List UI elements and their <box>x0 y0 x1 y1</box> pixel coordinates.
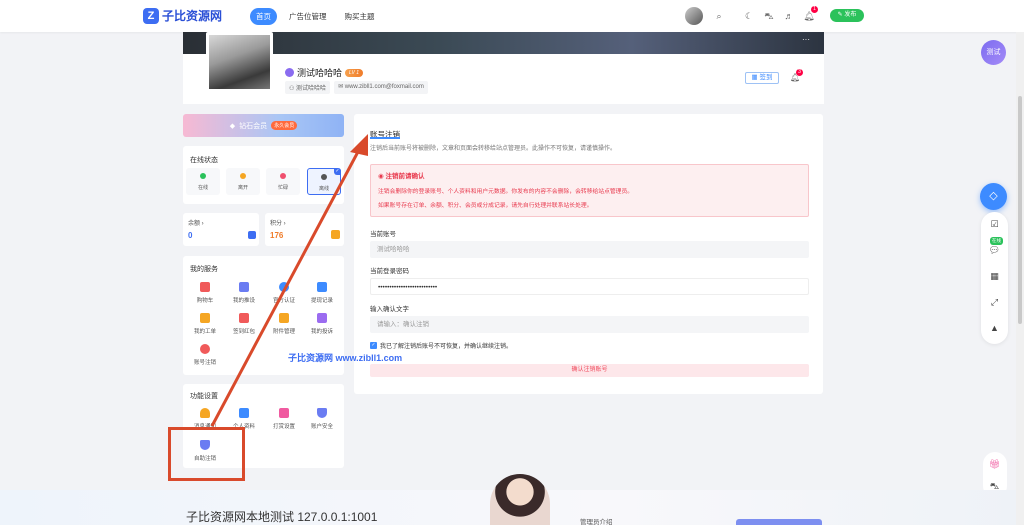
notify-badge: 1 <box>811 6 818 13</box>
nav-home[interactable]: 首页 <box>250 8 277 25</box>
online-badge: 在线 <box>990 237 1003 245</box>
scrollbar-thumb[interactable] <box>1018 96 1022 324</box>
username-tag: ⚇ 测试哈哈哈 <box>285 81 331 94</box>
signin-label: 签到 <box>759 74 773 81</box>
logo-text: 子比资源网 <box>162 9 223 23</box>
confirm-cancel-button[interactable]: 确认注销账号 <box>370 364 809 377</box>
level-badge: LV 1 <box>345 68 364 77</box>
more-icon[interactable]: ··· <box>802 35 810 44</box>
current-account-field: 测试哈哈哈 <box>370 241 809 258</box>
cart-icon[interactable]: ⛍ <box>763 10 775 22</box>
balance-value: 0 <box>188 231 193 240</box>
confirm-text-input[interactable]: 请输入：确认注销 <box>370 316 809 333</box>
floating-toolbar: ☑ 💬︎ ▦ ⤢ ▲ <box>981 212 1008 344</box>
warning-line-2: 如果账号存在订单、余额、积分、会员或分成记录，请先自行处理并联系站长处理。 <box>378 203 593 209</box>
publish-button[interactable]: ✎ 发布 <box>830 9 864 22</box>
warning-title: ◉ 注销前请确认 <box>378 173 425 180</box>
vip-badge: 永久会员 <box>271 121 298 130</box>
annotation-arrow <box>210 134 368 427</box>
profile-bell-badge: 3 <box>796 69 803 76</box>
float-test-avatar[interactable]: 测试 <box>981 40 1006 65</box>
profile-tags: ⚇ 测试哈哈哈 ✉ www.zibll1.com@foxmail.com <box>285 81 428 94</box>
agree-checkbox-row[interactable]: ✓ 我已了解注销后账号不可恢复，并确认继续注销。 <box>370 341 512 350</box>
diamond-icon: ◆ <box>229 122 236 130</box>
highlight-box <box>168 427 245 481</box>
username-text: 测试哈哈哈 <box>296 86 327 92</box>
moon-icon[interactable]: ☾ <box>743 10 755 22</box>
footer-admin-label: 管理员介绍 <box>580 519 613 525</box>
chat-icon[interactable]: 💬︎ <box>988 244 1001 257</box>
verified-icon <box>285 68 294 77</box>
user-avatar-top[interactable] <box>685 7 703 25</box>
footer-button[interactable] <box>736 519 822 525</box>
panel-description: 注销后当前账号将被删除，文章和页面会转移给站点管理员。此操作不可恢复，请谨慎操作… <box>370 146 617 152</box>
music-icon[interactable]: ♬ <box>783 10 795 22</box>
profile-name: 测试哈哈哈 <box>297 68 343 78</box>
footer-title: 子比资源网本地测试 127.0.0.1:1001 <box>186 510 378 524</box>
logo-icon: Z <box>143 7 159 24</box>
search-icon[interactable]: ⌕ <box>713 10 725 22</box>
vip-label: 钻石会员 <box>239 122 268 130</box>
back-to-top-icon[interactable]: ▲ <box>988 322 1001 335</box>
gift-icon[interactable]: 🎁︎ <box>988 458 1001 471</box>
profile-avatar[interactable] <box>206 32 273 92</box>
checkin-icon[interactable]: ☑ <box>988 218 1001 231</box>
email-text: www.zibll1.com@foxmail.com <box>344 84 424 90</box>
qrcode-icon[interactable]: ▦ <box>988 270 1001 283</box>
site-logo[interactable]: Z 子比资源网 <box>143 7 222 24</box>
profile-cover <box>183 32 824 54</box>
profile-card <box>183 54 824 104</box>
profile-name-row: 测试哈哈哈 LV 1 <box>285 66 364 79</box>
vip-diamond-button[interactable]: ◇ <box>980 183 1007 210</box>
nav-ad-management[interactable]: 广告位管理 <box>283 8 333 25</box>
warning-line-1: 注销会删除你的登录账号、个人资料和用户元数据。你发布的内容不会删除，会转移给站点… <box>378 189 634 195</box>
nav-buy-theme[interactable]: 购买主题 <box>339 8 381 25</box>
signin-button[interactable]: ▦ 签到 <box>745 72 779 84</box>
email-tag: ✉ www.zibll1.com@foxmail.com <box>334 81 428 94</box>
main-nav: 首页 广告位管理 购买主题 <box>250 8 381 25</box>
mascot-image <box>490 474 550 525</box>
password-input[interactable]: •••••••••••••••••••••••••• <box>370 278 809 295</box>
checkbox-label: 我已了解注销后账号不可恢复，并确认继续注销。 <box>380 344 513 350</box>
fullscreen-icon[interactable]: ⤢ <box>988 296 1001 309</box>
top-icon-bar: ⌕ ☾ ⛍ ♬ 🔔︎ 1 ✎ 发布 <box>624 0 1024 32</box>
